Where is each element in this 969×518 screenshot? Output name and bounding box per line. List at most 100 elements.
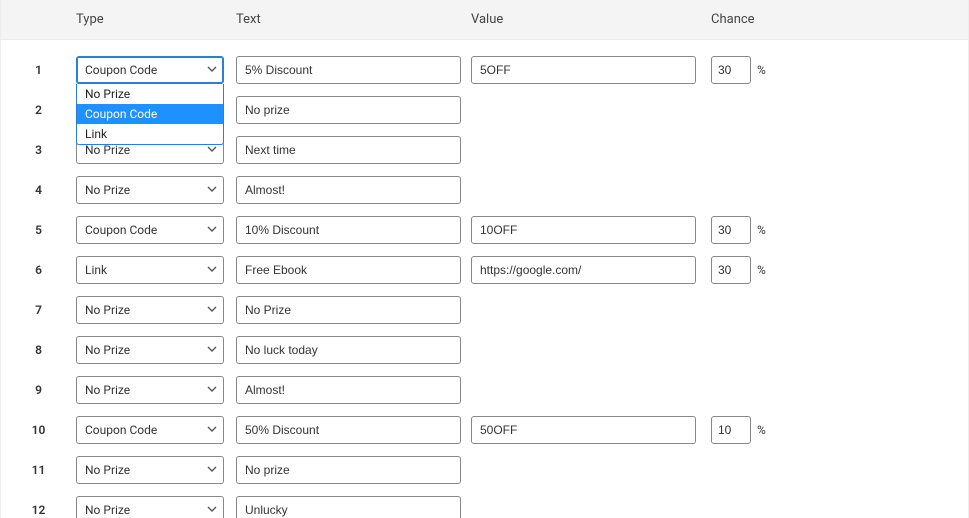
table-row: 5 Coupon Code% [1,210,968,250]
type-select-value: No Prize [85,143,130,157]
chevron-down-icon [207,263,217,277]
chevron-down-icon [207,223,217,237]
text-cell [236,336,471,364]
chance-wrap: % [711,416,771,444]
row-number: 5 [1,223,76,237]
chevron-down-icon [207,143,217,157]
type-select-value: No Prize [85,503,130,517]
chevron-down-icon [207,183,217,197]
value-cell [471,56,711,84]
row-number: 1 [1,63,76,77]
text-cell [236,456,471,484]
row-number: 10 [1,423,76,437]
text-cell [236,216,471,244]
type-select[interactable]: Coupon Code [76,56,224,84]
type-select[interactable]: Coupon Code [76,416,224,444]
text-input[interactable] [236,416,461,444]
text-input[interactable] [236,376,461,404]
type-select[interactable]: No Prize [76,456,224,484]
chance-cell: % [711,416,771,444]
header-spacer [1,12,76,27]
text-input[interactable] [236,176,461,204]
row-number: 3 [1,143,76,157]
type-cell: No Prize [76,296,236,324]
percent-symbol: % [757,423,766,437]
type-dropdown-option[interactable]: Link [77,124,223,144]
percent-symbol: % [757,223,766,237]
text-input[interactable] [236,256,461,284]
table-row: 4 No Prize [1,170,968,210]
chance-cell: % [711,216,771,244]
text-input[interactable] [236,296,461,324]
row-number: 12 [1,503,76,517]
type-select-value: No Prize [85,303,130,317]
percent-symbol: % [757,63,766,77]
row-number: 7 [1,303,76,317]
chance-input[interactable] [711,56,751,84]
text-cell [236,96,471,124]
type-select[interactable]: No Prize [76,336,224,364]
type-cell: No Prize [76,176,236,204]
type-select[interactable]: No Prize [76,496,224,518]
type-select[interactable]: No Prize [76,296,224,324]
value-input[interactable] [471,256,696,284]
type-select[interactable]: Coupon Code [76,216,224,244]
type-select-value: Link [85,263,107,277]
text-input[interactable] [236,496,461,518]
chance-input[interactable] [711,256,751,284]
chance-wrap: % [711,216,771,244]
row-number: 6 [1,263,76,277]
prize-table: Type Text Value Chance 1Coupon CodeNo Pr… [0,0,969,518]
row-number: 9 [1,383,76,397]
text-input[interactable] [236,336,461,364]
type-cell: No Prize [76,496,236,518]
table-row: 12 No Prize [1,490,968,518]
value-cell [471,256,711,284]
chance-input[interactable] [711,216,751,244]
type-cell: Coupon Code [76,416,236,444]
table-row: 7 No Prize [1,290,968,330]
text-input[interactable] [236,216,461,244]
text-cell [236,56,471,84]
chance-wrap: % [711,56,771,84]
header-value: Value [471,12,711,27]
type-select[interactable]: No Prize [76,376,224,404]
table-row: 10 Coupon Code% [1,410,968,450]
type-select-value: No Prize [85,463,130,477]
type-select[interactable]: Link [76,256,224,284]
type-cell: No Prize [76,376,236,404]
text-cell [236,176,471,204]
type-cell: No Prize [76,336,236,364]
type-select-value: Coupon Code [85,223,157,237]
value-input[interactable] [471,216,696,244]
row-number: 11 [1,463,76,477]
percent-symbol: % [757,263,766,277]
type-dropdown[interactable]: No PrizeCoupon CodeLink [76,84,224,145]
text-input[interactable] [236,96,461,124]
chance-input[interactable] [711,416,751,444]
type-select-value: Coupon Code [85,423,157,437]
text-input[interactable] [236,456,461,484]
type-cell: Coupon CodeNo PrizeCoupon CodeLink [76,56,236,84]
text-input[interactable] [236,136,461,164]
type-dropdown-option[interactable]: Coupon Code [77,104,223,124]
chevron-down-icon [207,383,217,397]
table-header: Type Text Value Chance [1,0,968,40]
row-number: 4 [1,183,76,197]
type-cell: Coupon Code [76,216,236,244]
chevron-down-icon [207,63,217,77]
type-dropdown-option[interactable]: No Prize [77,84,223,104]
row-number: 8 [1,343,76,357]
chevron-down-icon [207,423,217,437]
type-select-value: Coupon Code [85,63,157,77]
row-number: 2 [1,103,76,117]
value-input[interactable] [471,416,696,444]
table-row: 8 No Prize [1,330,968,370]
text-cell [236,256,471,284]
type-select-value: No Prize [85,343,130,357]
header-chance: Chance [711,12,771,27]
text-input[interactable] [236,56,461,84]
type-select[interactable]: No Prize [76,176,224,204]
type-select-value: No Prize [85,183,130,197]
value-input[interactable] [471,56,696,84]
